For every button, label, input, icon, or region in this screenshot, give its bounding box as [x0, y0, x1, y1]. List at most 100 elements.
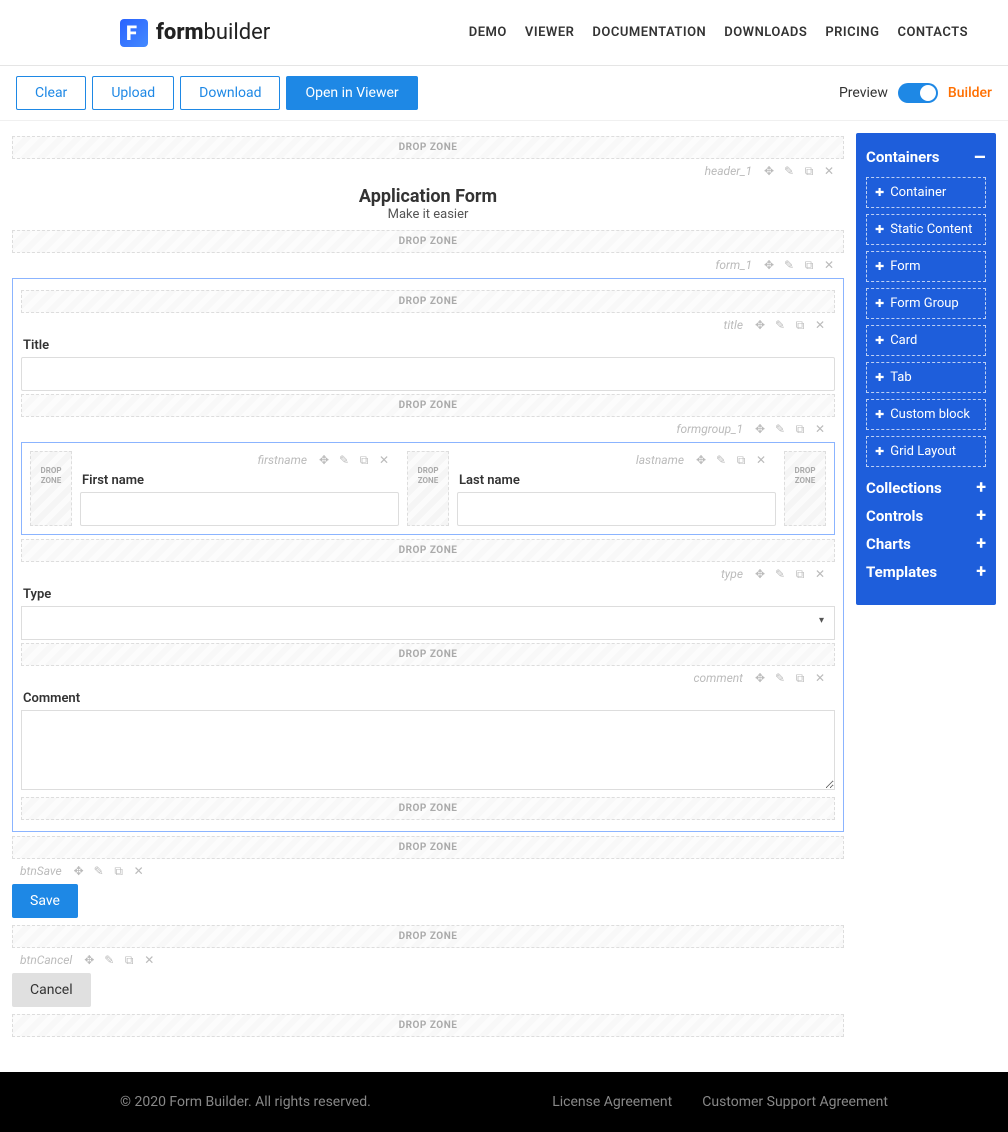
dropzone[interactable]: DROP ZONE — [21, 643, 835, 666]
sidebar-section-controls[interactable]: Controls+ — [866, 507, 986, 525]
move-icon[interactable]: ✥ — [762, 164, 776, 178]
move-icon[interactable]: ✥ — [753, 318, 767, 332]
open-viewer-button[interactable]: Open in Viewer — [286, 76, 417, 110]
element-toolbar-type: type ✥ ✎ ⧉ ✕ — [21, 565, 835, 583]
edit-icon[interactable]: ✎ — [714, 453, 728, 467]
dropzone[interactable]: DROP ZONE — [21, 539, 835, 562]
element-toolbar-lastname: lastname ✥ ✎ ⧉ ✕ — [457, 451, 776, 469]
firstname-label: First name — [82, 473, 399, 488]
dropzone[interactable]: DROP ZONE — [12, 1014, 844, 1037]
dropzone[interactable]: DROP ZONE — [21, 797, 835, 820]
nav-downloads[interactable]: DOWNLOADS — [724, 25, 807, 40]
close-icon[interactable]: ✕ — [813, 567, 827, 581]
title-input[interactable] — [21, 357, 835, 391]
copy-icon[interactable]: ⧉ — [793, 671, 807, 685]
type-select[interactable] — [21, 606, 835, 640]
upload-button[interactable]: Upload — [92, 76, 174, 110]
component-card[interactable]: Card — [866, 325, 986, 356]
sidebar-section-templates[interactable]: Templates+ — [866, 563, 986, 581]
copy-icon[interactable]: ⧉ — [793, 567, 807, 581]
dropzone[interactable]: DROP ZONE — [12, 836, 844, 859]
edit-icon[interactable]: ✎ — [782, 258, 796, 272]
dropzone[interactable]: DROP ZONE — [21, 394, 835, 417]
copy-icon[interactable]: ⧉ — [122, 953, 136, 967]
nav-demo[interactable]: DEMO — [469, 25, 507, 40]
close-icon[interactable]: ✕ — [142, 953, 156, 967]
dropzone-vertical[interactable]: DROP ZONE — [784, 451, 826, 526]
copyright: © 2020 Form Builder. All rights reserved… — [120, 1094, 371, 1110]
copy-icon[interactable]: ⧉ — [802, 258, 816, 272]
sidebar: Containers– Container Static Content For… — [856, 133, 996, 605]
mode-toggle[interactable] — [898, 83, 938, 103]
logo[interactable]: formbuilder — [120, 19, 270, 47]
dropzone[interactable]: DROP ZONE — [12, 925, 844, 948]
move-icon[interactable]: ✥ — [753, 422, 767, 436]
dropzone-vertical[interactable]: DROP ZONE — [30, 451, 72, 526]
edit-icon[interactable]: ✎ — [773, 567, 787, 581]
move-icon[interactable]: ✥ — [762, 258, 776, 272]
firstname-input[interactable] — [80, 492, 399, 526]
edit-icon[interactable]: ✎ — [773, 318, 787, 332]
close-icon[interactable]: ✕ — [813, 422, 827, 436]
close-icon[interactable]: ✕ — [813, 318, 827, 332]
dropzone[interactable]: DROP ZONE — [21, 290, 835, 313]
component-tab[interactable]: Tab — [866, 362, 986, 393]
move-icon[interactable]: ✥ — [753, 671, 767, 685]
comment-textarea[interactable] — [21, 710, 835, 790]
move-icon[interactable]: ✥ — [72, 864, 86, 878]
close-icon[interactable]: ✕ — [377, 453, 391, 467]
edit-icon[interactable]: ✎ — [92, 864, 106, 878]
nav-pricing[interactable]: PRICING — [825, 25, 879, 40]
element-id: comment — [693, 671, 743, 685]
close-icon[interactable]: ✕ — [754, 453, 768, 467]
edit-icon[interactable]: ✎ — [773, 671, 787, 685]
cancel-button[interactable]: Cancel — [12, 973, 91, 1007]
save-button[interactable]: Save — [12, 884, 78, 918]
element-id: lastname — [636, 453, 684, 467]
component-container[interactable]: Container — [866, 177, 986, 208]
edit-icon[interactable]: ✎ — [782, 164, 796, 178]
close-icon[interactable]: ✕ — [813, 671, 827, 685]
mode-toggle-area: Preview Builder — [839, 83, 992, 103]
support-link[interactable]: Customer Support Agreement — [702, 1094, 888, 1110]
dropzone[interactable]: DROP ZONE — [12, 136, 844, 159]
edit-icon[interactable]: ✎ — [337, 453, 351, 467]
lastname-input[interactable] — [457, 492, 776, 526]
dropzone[interactable]: DROP ZONE — [12, 230, 844, 253]
nav-viewer[interactable]: VIEWER — [525, 25, 575, 40]
close-icon[interactable]: ✕ — [822, 258, 836, 272]
edit-icon[interactable]: ✎ — [102, 953, 116, 967]
close-icon[interactable]: ✕ — [132, 864, 146, 878]
element-id: btnSave — [20, 864, 62, 878]
close-icon[interactable]: ✕ — [822, 164, 836, 178]
copy-icon[interactable]: ⧉ — [793, 422, 807, 436]
component-form-group[interactable]: Form Group — [866, 288, 986, 319]
copy-icon[interactable]: ⧉ — [734, 453, 748, 467]
sidebar-section-containers[interactable]: Containers– — [866, 147, 986, 167]
nav-documentation[interactable]: DOCUMENTATION — [592, 25, 706, 40]
footer: © 2020 Form Builder. All rights reserved… — [0, 1072, 1008, 1132]
component-custom-block[interactable]: Custom block — [866, 399, 986, 430]
copy-icon[interactable]: ⧉ — [802, 164, 816, 178]
element-toolbar-title: title ✥ ✎ ⧉ ✕ — [21, 316, 835, 334]
move-icon[interactable]: ✥ — [317, 453, 331, 467]
component-form[interactable]: Form — [866, 251, 986, 282]
edit-icon[interactable]: ✎ — [773, 422, 787, 436]
move-icon[interactable]: ✥ — [694, 453, 708, 467]
dropzone-vertical[interactable]: DROP ZONE — [407, 451, 449, 526]
copy-icon[interactable]: ⧉ — [112, 864, 126, 878]
copy-icon[interactable]: ⧉ — [793, 318, 807, 332]
move-icon[interactable]: ✥ — [82, 953, 96, 967]
download-button[interactable]: Download — [180, 76, 280, 110]
component-grid-layout[interactable]: Grid Layout — [866, 436, 986, 467]
plus-icon — [875, 407, 884, 422]
sidebar-section-collections[interactable]: Collections+ — [866, 479, 986, 497]
clear-button[interactable]: Clear — [16, 76, 86, 110]
license-link[interactable]: License Agreement — [552, 1094, 672, 1110]
move-icon[interactable]: ✥ — [753, 567, 767, 581]
sidebar-section-charts[interactable]: Charts+ — [866, 535, 986, 553]
nav-contacts[interactable]: CONTACTS — [897, 25, 968, 40]
copy-icon[interactable]: ⧉ — [357, 453, 371, 467]
component-static-content[interactable]: Static Content — [866, 214, 986, 245]
page-subtitle: Make it easier — [12, 207, 844, 222]
